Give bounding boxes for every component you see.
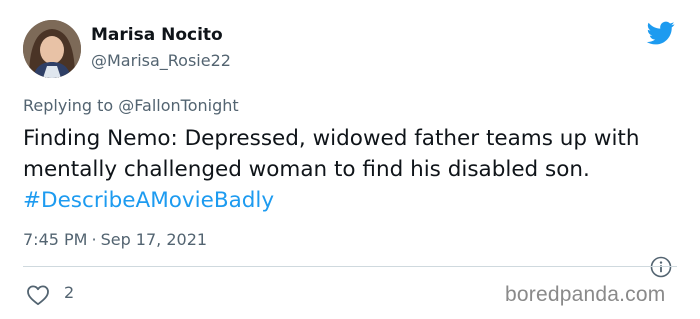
tweet-timestamp[interactable]: 7:45 PM · Sep 17, 2021	[23, 230, 207, 249]
info-icon[interactable]	[650, 256, 672, 278]
author-name[interactable]: Marisa Nocito	[91, 25, 223, 45]
hashtag-link[interactable]: #DescribeAMovieBadly	[23, 188, 274, 213]
divider	[23, 266, 677, 267]
watermark: boredpanda.com	[505, 283, 666, 306]
meta-separator: ·	[91, 230, 97, 249]
twitter-bird-icon[interactable]	[645, 19, 677, 47]
heart-icon[interactable]	[26, 284, 50, 306]
avatar[interactable]	[23, 20, 81, 78]
author-handle[interactable]: @Marisa_Rosie22	[91, 51, 231, 70]
tweet-date: Sep 17, 2021	[100, 230, 208, 249]
reply-mention-link[interactable]: @FallonTonight	[118, 96, 238, 115]
tweet-time: 7:45 PM	[23, 230, 88, 249]
tweet-text: Finding Nemo: Depressed, widowed father …	[23, 123, 673, 216]
tweet-body: Finding Nemo: Depressed, widowed father …	[23, 126, 640, 182]
like-count: 2	[64, 283, 75, 302]
reply-prefix: Replying to	[23, 96, 119, 115]
reply-context: Replying to @FallonTonight	[23, 96, 239, 115]
